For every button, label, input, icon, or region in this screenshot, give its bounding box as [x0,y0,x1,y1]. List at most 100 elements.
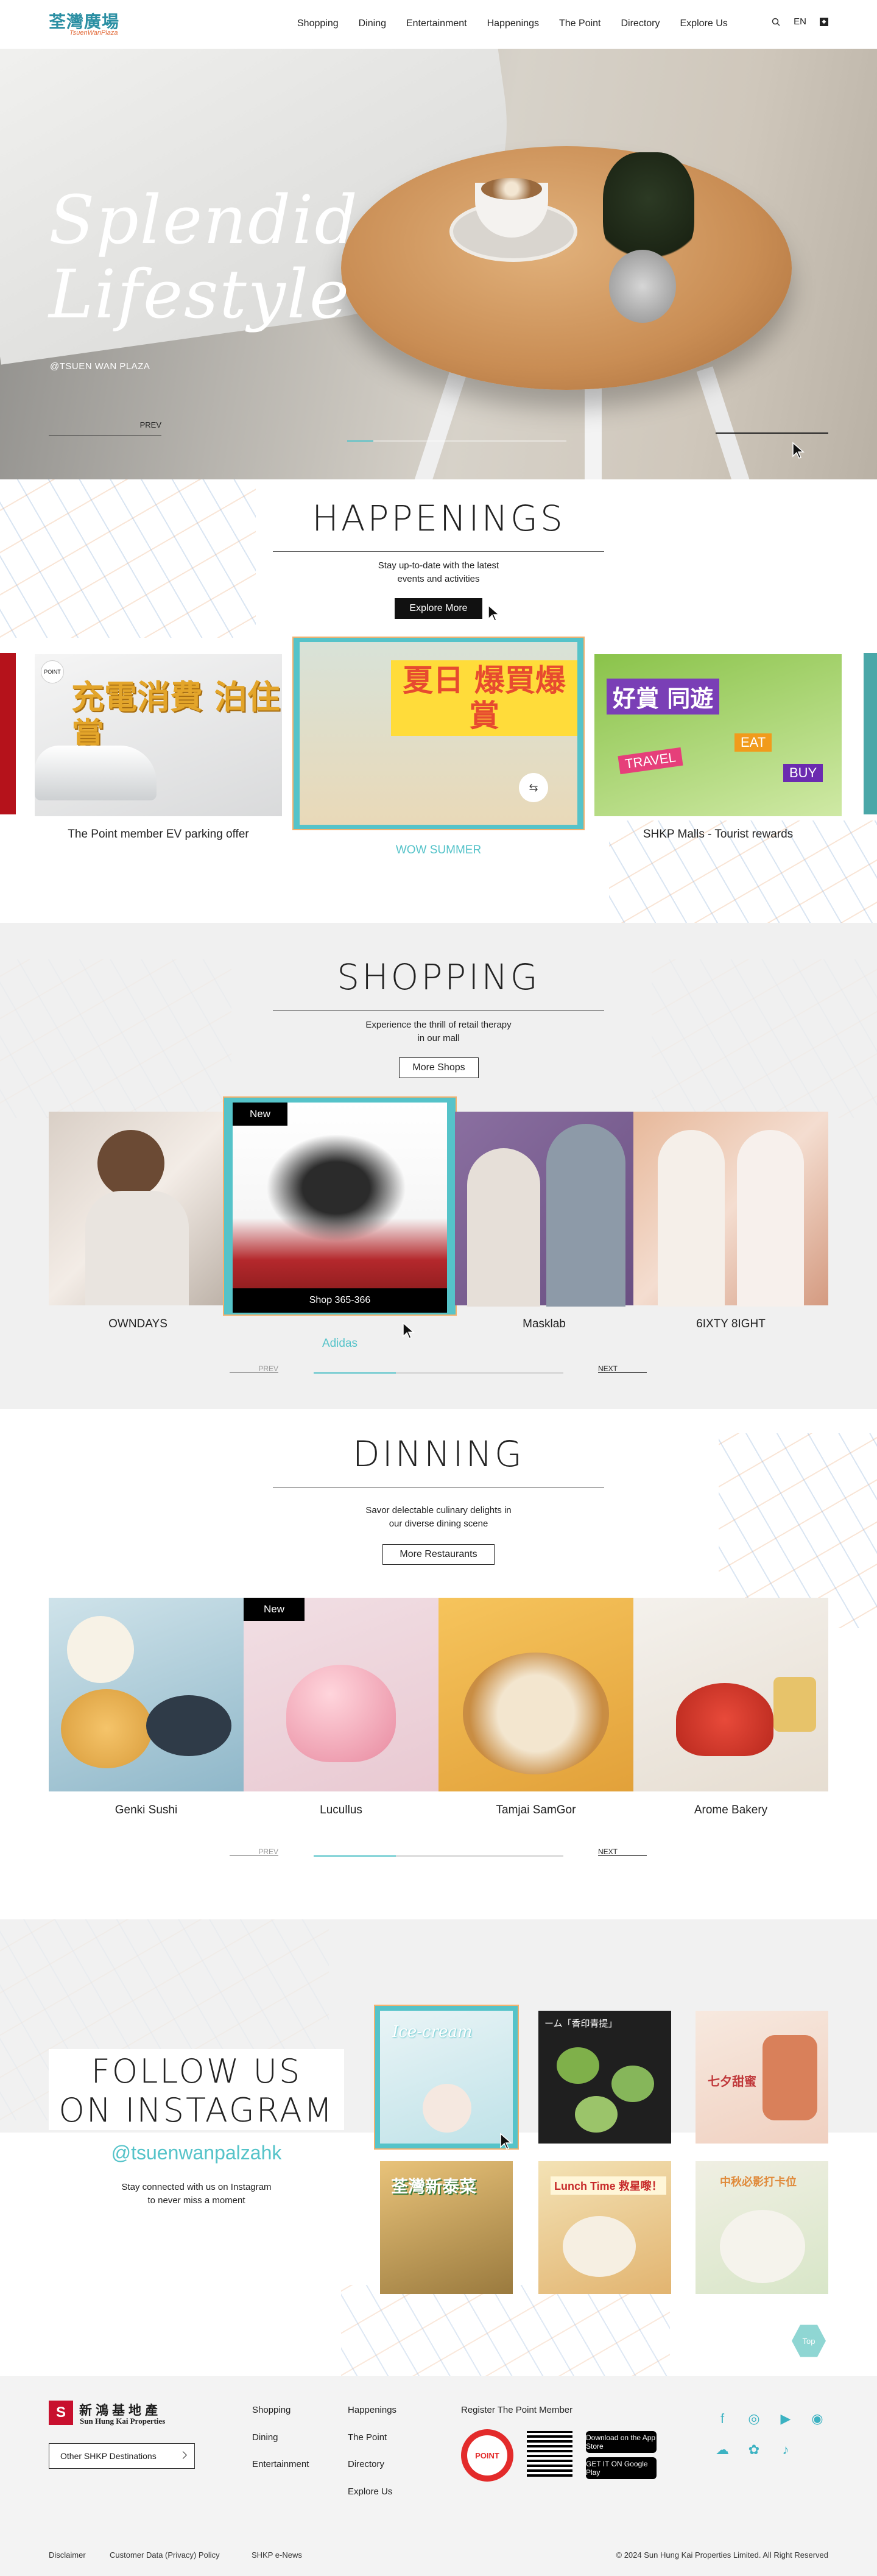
youtube-icon[interactable]: ▶ [778,2411,794,2427]
footer-link-the-point[interactable]: The Point [348,2432,387,2443]
desc-line: Stay up-to-date with the latest [378,560,499,571]
hero-coffee [481,178,542,200]
language-switch[interactable]: EN [794,16,806,27]
footer-link-shopping[interactable]: Shopping [252,2405,291,2415]
hero-title-line1: Splendid [49,181,359,259]
happenings-desc: Stay up-to-date with the latest events a… [317,559,560,586]
desc-line: in our mall [417,1033,460,1043]
wechat-icon[interactable]: ☁ [714,2442,730,2458]
nav-happenings[interactable]: Happenings [487,18,539,29]
new-badge: New [244,1598,305,1621]
footer-link-dining[interactable]: Dining [252,2432,278,2443]
privacy-policy-link[interactable]: Customer Data (Privacy) Policy [110,2550,220,2560]
instagram-handle[interactable]: @tsuenwanpalzahk [49,2142,344,2164]
happening-card[interactable]: 好賞 同遊 TRAVEL EAT BUY SHKP Malls - Touris… [594,654,842,849]
post-text: 荃灣新泰菜 [391,2176,477,2197]
shop-image [49,1112,227,1305]
bowl-shape [463,1653,609,1774]
instagram-post[interactable]: Lunch Time 救星嚟！ [538,2161,671,2294]
prev-button[interactable]: PREV [230,1847,278,1856]
shkp-enews-link[interactable]: SHKP e-News [252,2550,302,2560]
search-icon[interactable] [772,18,780,26]
restaurant-tile[interactable]: Arome Bakery [633,1598,828,1816]
desc-line: Savor delectable culinary delights in [365,1505,512,1516]
dining-section: DINNING Savor delectable culinary deligh… [0,1409,877,1919]
douyin-icon[interactable]: ♪ [778,2442,794,2458]
facebook-icon[interactable]: f [714,2411,730,2427]
more-shops-button[interactable]: More Shops [399,1057,479,1078]
google-play-button[interactable]: GET IT ON Google Play [586,2457,657,2479]
food-shape [61,1689,152,1768]
shop-tile[interactable]: OWNDAYS [49,1112,227,1330]
restaurant-name: Genki Sushi [114,1804,178,1816]
rabbit-shape [720,2210,805,2283]
follow-title: FOLLOW US ON INSTAGRAM [49,2052,344,2130]
happenings-title: HAPPENINGS [312,498,565,539]
happening-card-featured[interactable]: 夏日 爆買爆賞 ⇆ [300,642,577,825]
user-icon[interactable]: ◆ [820,17,828,26]
disclaimer-link[interactable]: Disclaimer [49,2550,86,2560]
hero-vase [609,250,676,323]
nav-shopping[interactable]: Shopping [297,18,339,29]
person-shape [97,1130,164,1197]
xiaohongshu-icon[interactable]: ✿ [746,2442,762,2458]
tag-buy: BUY [783,764,823,782]
more-restaurants-button[interactable]: More Restaurants [382,1544,495,1565]
decor-pattern [341,2285,670,2376]
happenings-section: HAPPENINGS Stay up-to-date with the late… [0,479,877,923]
prev-button[interactable]: PREV [230,1364,278,1373]
nav-dining[interactable]: Dining [359,18,386,29]
desc-line: to never miss a moment [147,2195,245,2206]
nav-entertainment[interactable]: Entertainment [406,18,467,29]
shopping-title: SHOPPING [337,956,540,998]
post-text: ーム「香印青提」 [544,2019,618,2029]
weibo-icon[interactable]: ◉ [809,2411,825,2427]
person-shape [85,1191,189,1305]
instagram-icon[interactable]: ◎ [746,2411,762,2427]
post-text: Ice-cream [392,2023,473,2041]
shopping-desc: Experience the thrill of retail therapy … [317,1018,560,1045]
arrow-icon[interactable]: ⇆ [519,773,548,802]
instagram-post[interactable]: 荃灣新泰菜 [380,2161,513,2294]
happening-image: POINT 充電消費 泊住賞 [35,654,282,816]
other-destinations-select[interactable]: Other SHKP Destinations [49,2443,195,2469]
nav-explore-us[interactable]: Explore Us [680,18,728,29]
shop-tile[interactable]: Masklab [455,1112,633,1330]
next-button[interactable]: NEXT [598,1364,647,1373]
nav-directory[interactable]: Directory [621,18,660,29]
partial-card-left[interactable] [0,653,16,814]
partial-card-right[interactable] [864,653,877,814]
hero-prev-button[interactable]: PREV [49,420,161,436]
copyright: © 2024 Sun Hung Kai Properties Limited. … [616,2550,829,2560]
title-line: FOLLOW US [91,2052,302,2091]
tag-travel: TRAVEL [618,747,683,775]
shop-tile[interactable]: 6IXTY 8IGHT [633,1112,828,1330]
hero-title: Splendid Lifestyle [49,183,359,331]
post-text: Lunch Time 救星嚟！ [551,2176,666,2195]
restaurant-tile[interactable]: Tamjai SamGor [438,1598,633,1816]
restaurant-tile[interactable]: New Lucullus [244,1598,438,1816]
site-logo[interactable]: 荃灣廣場 TsuenWanPlaza [49,9,134,39]
shop-tile-featured[interactable]: New Shop 365-366 [233,1103,447,1313]
restaurant-tile[interactable]: Genki Sushi [49,1598,244,1816]
the-point-logo[interactable]: POINT [461,2429,513,2482]
cursor-icon [403,1322,415,1339]
nav-the-point[interactable]: The Point [559,18,601,29]
next-button[interactable]: NEXT [598,1847,647,1856]
instagram-post[interactable]: 中秋必影打卡位 [696,2161,828,2294]
happening-card[interactable]: POINT 充電消費 泊住賞 The Point member EV parki… [35,654,282,849]
footer-link-explore-us[interactable]: Explore Us [348,2486,392,2497]
footer-link-entertainment[interactable]: Entertainment [252,2459,309,2469]
footer-link-happenings[interactable]: Happenings [348,2405,396,2415]
happening-image: 夏日 爆買爆賞 ⇆ [300,642,577,825]
hero-next-button[interactable] [716,432,828,434]
instagram-post[interactable]: 七夕甜蜜 [696,2011,828,2144]
point-logo-text: POINT [467,2435,507,2475]
footer-link-directory[interactable]: Directory [348,2459,384,2469]
instagram-post[interactable]: Ice-cream [380,2011,513,2144]
header-tools: EN ◆ [772,16,828,27]
explore-more-button[interactable]: Explore More [395,598,482,619]
desc-line: Experience the thrill of retail therapy [365,1020,512,1030]
app-store-button[interactable]: Download on the App Store [586,2431,657,2453]
instagram-post[interactable]: ーム「香印青提」 [538,2011,671,2144]
